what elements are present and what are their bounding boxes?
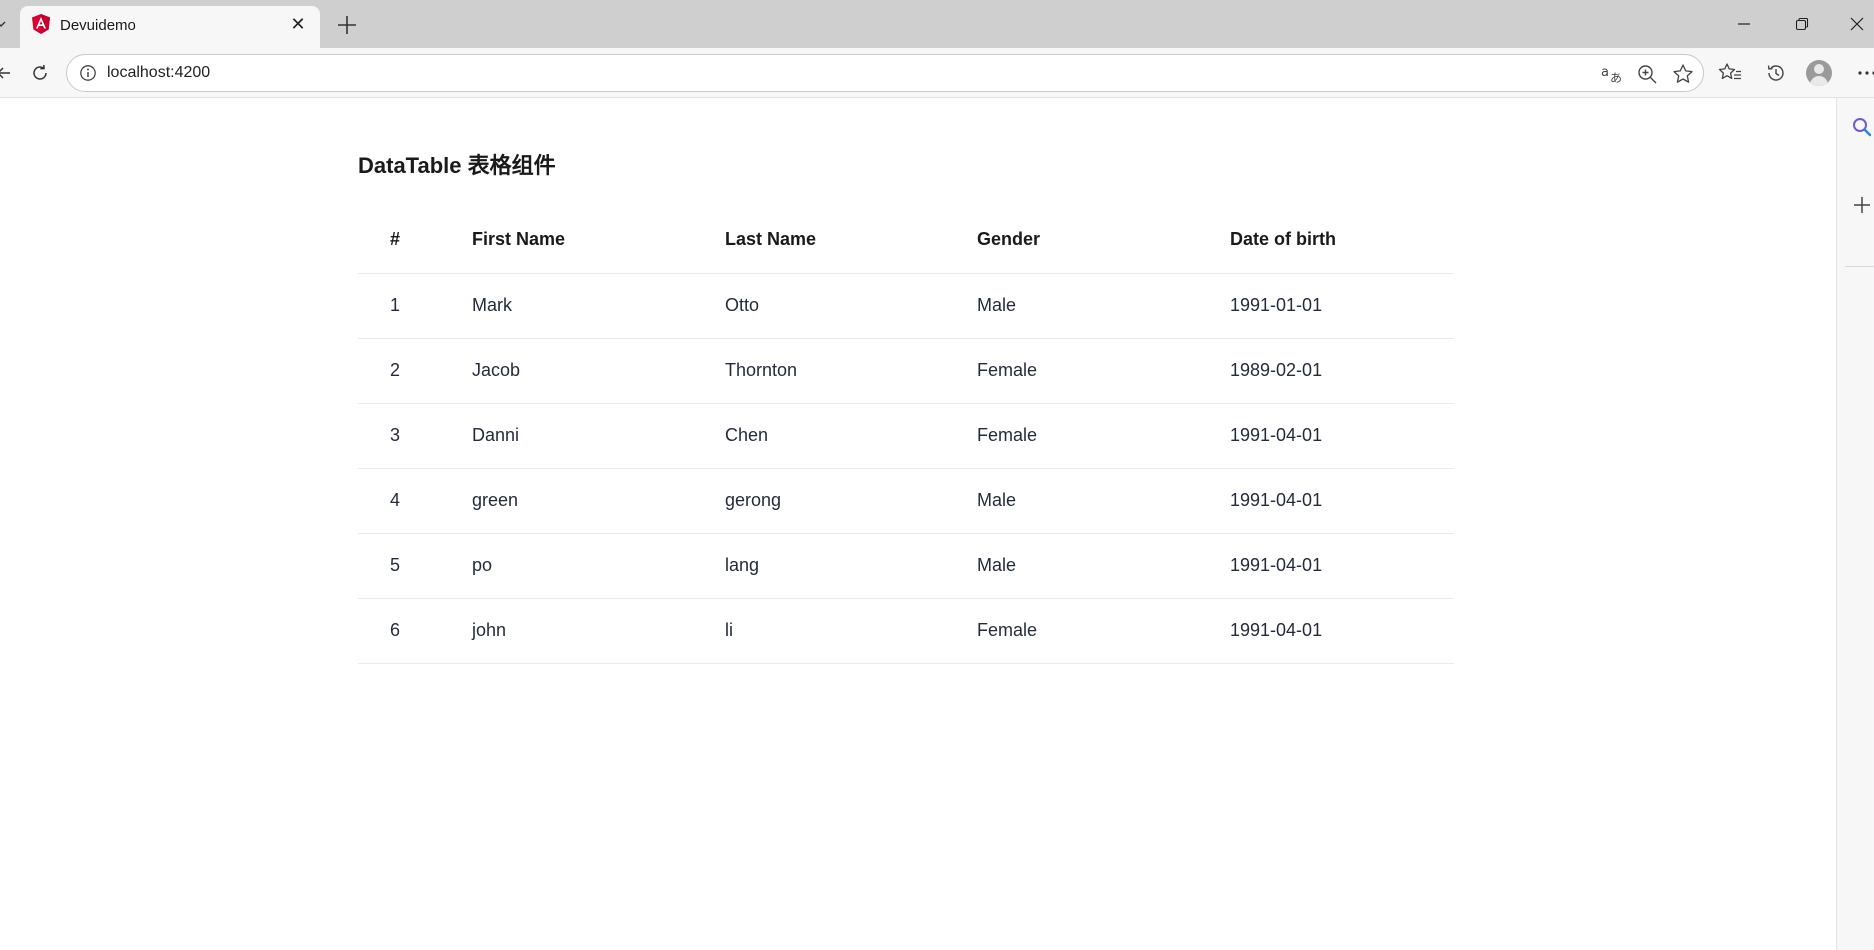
cell-date-of-birth: 1991-04-01	[1230, 533, 1454, 599]
cell-first-name: green	[472, 468, 725, 534]
cell-gender: Female	[977, 338, 1230, 404]
header-cell-index: #	[358, 207, 472, 274]
new-tab-icon[interactable]	[332, 10, 362, 40]
angular-icon	[30, 13, 52, 35]
cell-last-name: li	[725, 598, 977, 664]
header-cell-gender: Gender	[977, 207, 1230, 274]
cell-date-of-birth: 1991-01-01	[1230, 273, 1454, 339]
cell-date-of-birth: 1991-04-01	[1230, 403, 1454, 469]
history-icon[interactable]	[1761, 58, 1791, 88]
address-bar[interactable]: localhost:4200 aあ	[66, 54, 1704, 92]
back-icon[interactable]	[0, 57, 20, 89]
table-row[interactable]: 2 Jacob Thornton Female 1989-02-01	[358, 338, 1454, 404]
tab-list-chevron-icon[interactable]	[0, 14, 10, 34]
cell-index: 6	[358, 598, 472, 664]
avatar[interactable]	[1806, 60, 1832, 86]
header-cell-last-name: Last Name	[725, 207, 977, 274]
cell-first-name: Jacob	[472, 338, 725, 404]
plus-icon[interactable]	[1849, 192, 1874, 218]
close-window-icon[interactable]	[1840, 8, 1874, 40]
url-text[interactable]: localhost:4200	[107, 64, 210, 82]
cell-index: 4	[358, 468, 472, 534]
browser-toolbar: localhost:4200 aあ	[0, 48, 1874, 98]
tab-strip: Devuidemo ✕	[0, 0, 1874, 49]
cell-index: 1	[358, 273, 472, 339]
page-title: DataTable 表格组件	[358, 153, 556, 178]
cell-gender: Male	[977, 468, 1230, 534]
more-icon[interactable]	[1852, 58, 1874, 88]
cell-date-of-birth: 1991-04-01	[1230, 598, 1454, 664]
minimize-icon[interactable]	[1722, 8, 1766, 40]
table-row[interactable]: 3 Danni Chen Female 1991-04-01	[358, 403, 1454, 469]
table-header-row: # First Name Last Name Gender Date of bi…	[358, 207, 1454, 274]
zoom-in-icon[interactable]	[1634, 61, 1660, 87]
star-icon[interactable]	[1670, 61, 1696, 87]
table-row[interactable]: 4 green gerong Male 1991-04-01	[358, 468, 1454, 534]
search-icon[interactable]	[1849, 114, 1874, 140]
translate-icon[interactable]: aあ	[1599, 61, 1625, 87]
info-icon[interactable]	[79, 64, 97, 82]
cell-last-name: Chen	[725, 403, 977, 469]
page-content: DataTable 表格组件 # First Name Last Name Ge…	[0, 99, 1836, 950]
cell-gender: Male	[977, 533, 1230, 599]
favorites-icon[interactable]	[1715, 58, 1745, 88]
cell-date-of-birth: 1991-04-01	[1230, 468, 1454, 534]
cell-first-name: Mark	[472, 273, 725, 339]
cell-index: 2	[358, 338, 472, 404]
table-row[interactable]: 6 john li Female 1991-04-01	[358, 598, 1454, 664]
cell-last-name: lang	[725, 533, 977, 599]
side-panel	[1836, 98, 1874, 950]
cell-index: 5	[358, 533, 472, 599]
cell-first-name: po	[472, 533, 725, 599]
cell-first-name: john	[472, 598, 725, 664]
close-tab-icon[interactable]: ✕	[286, 12, 310, 36]
cell-gender: Female	[977, 403, 1230, 469]
browser-tab[interactable]: Devuidemo ✕	[20, 6, 320, 49]
cell-first-name: Danni	[472, 403, 725, 469]
cell-gender: Female	[977, 598, 1230, 664]
header-cell-first-name: First Name	[472, 207, 725, 274]
header-cell-date-of-birth: Date of birth	[1230, 207, 1454, 274]
svg-text:a: a	[1601, 65, 1609, 80]
restore-icon[interactable]	[1780, 8, 1824, 40]
cell-last-name: gerong	[725, 468, 977, 534]
cell-last-name: Thornton	[725, 338, 977, 404]
svg-text:あ: あ	[1610, 71, 1622, 85]
cell-date-of-birth: 1989-02-01	[1230, 338, 1454, 404]
table-row[interactable]: 5 po lang Male 1991-04-01	[358, 533, 1454, 599]
cell-last-name: Otto	[725, 273, 977, 339]
side-panel-divider	[1845, 266, 1874, 267]
cell-gender: Male	[977, 273, 1230, 339]
refresh-icon[interactable]	[24, 57, 56, 89]
data-table: # First Name Last Name Gender Date of bi…	[358, 207, 1454, 664]
tab-title: Devuidemo	[60, 17, 136, 34]
cell-index: 3	[358, 403, 472, 469]
table-row[interactable]: 1 Mark Otto Male 1991-01-01	[358, 273, 1454, 339]
